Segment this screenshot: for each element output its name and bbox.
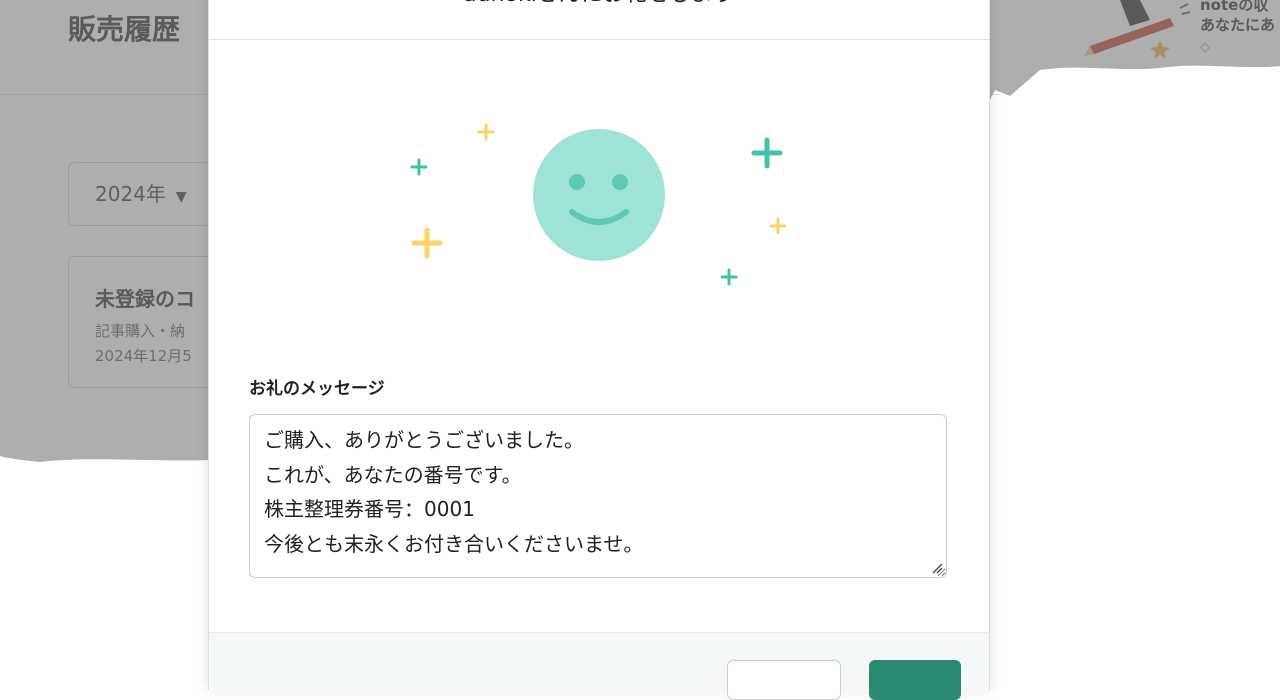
year-select-value: 2024年 <box>95 182 166 206</box>
modal-title: adnokiさんにお礼をしよう <box>209 0 989 8</box>
rocket-pencil-illustration <box>1084 0 1191 59</box>
message-textarea[interactable]: ご購入、ありがとうございました。 これが、あなたの番号です。 株主整理券番号：0… <box>249 414 947 578</box>
submit-button[interactable] <box>869 660 961 700</box>
message-label: お礼のメッセージ <box>249 379 385 399</box>
diamond-icon: ◇ <box>1200 40 1210 55</box>
smiley-icon <box>533 129 665 261</box>
banner-title: noteの収 <box>1200 0 1269 14</box>
thank-you-modal: adnokiさんにお礼をしよう お礼のメッセージ ご購入、ありがとうございました… <box>208 0 990 700</box>
modal-header: adnokiさんにお礼をしよう <box>209 0 989 40</box>
caret-down-icon: ▼ <box>175 189 187 205</box>
promo-banner[interactable]: noteの収 あなたにあ ◇ <box>1080 0 1280 60</box>
resize-handle-icon[interactable] <box>931 562 943 574</box>
page-title: 販売履歴 <box>68 13 181 46</box>
modal-footer <box>209 632 989 700</box>
banner-subtitle: あなたにあ <box>1200 16 1276 34</box>
cancel-button[interactable] <box>727 660 841 700</box>
smiley-illustration <box>410 123 787 286</box>
